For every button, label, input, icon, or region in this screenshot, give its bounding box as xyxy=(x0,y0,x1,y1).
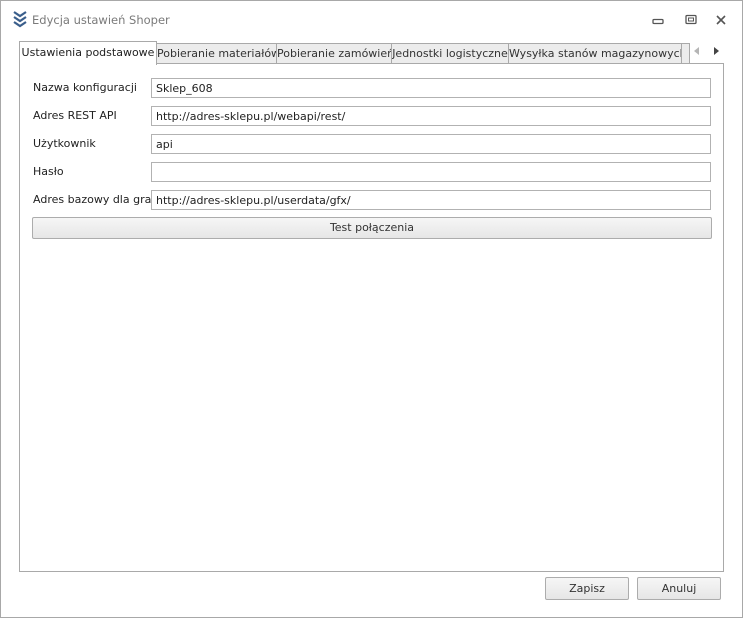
cancel-button[interactable]: Anuluj xyxy=(637,577,721,600)
rest-api-input[interactable] xyxy=(151,106,711,126)
tab-logistic-units[interactable]: Jednostki logistyczne xyxy=(391,43,509,63)
tab-basic-settings[interactable]: Ustawienia podstawowe xyxy=(19,41,157,65)
user-label: Użytkownik xyxy=(33,137,96,150)
image-base-label: Adres bazowy dla grafik xyxy=(33,193,165,206)
tab-label: Jednostki logistyczne xyxy=(392,47,508,60)
user-input[interactable] xyxy=(151,134,711,154)
minimize-icon[interactable] xyxy=(651,13,665,27)
tab-strip: Ustawienia podstawowe Pobieranie materia… xyxy=(19,41,725,65)
restore-icon[interactable] xyxy=(684,13,698,27)
app-logo-icon xyxy=(13,11,27,28)
tab-label: Ustawienia podstawowe xyxy=(21,46,155,59)
tab-overflow[interactable] xyxy=(681,43,690,63)
image-base-input[interactable] xyxy=(151,190,711,210)
tab-label: Pobieranie zamówień xyxy=(277,47,392,60)
config-name-input[interactable] xyxy=(151,78,711,98)
password-input[interactable] xyxy=(151,162,711,182)
config-name-label: Nazwa konfiguracji xyxy=(33,81,137,94)
password-label: Hasło xyxy=(33,165,64,178)
rest-api-label: Adres REST API xyxy=(33,109,117,122)
tab-order-download[interactable]: Pobieranie zamówień xyxy=(276,43,392,63)
title-bar[interactable]: Edycja ustawień Shoper xyxy=(1,1,742,37)
test-connection-button[interactable]: Test połączenia xyxy=(32,217,712,239)
save-button[interactable]: Zapisz xyxy=(545,577,629,600)
tab-scroll-right-icon[interactable] xyxy=(710,45,722,57)
tab-stock-sending[interactable]: Wysyłka stanów magazynowych xyxy=(508,43,682,63)
basic-settings-panel: Nazwa konfiguracji Adres REST API Użytko… xyxy=(19,63,724,572)
close-icon[interactable] xyxy=(714,13,728,27)
window-title: Edycja ustawień Shoper xyxy=(32,13,170,27)
tab-material-download[interactable]: Pobieranie materiałów xyxy=(156,43,277,63)
tab-label: Pobieranie materiałów xyxy=(157,47,277,60)
tab-scroll-left-icon[interactable] xyxy=(691,45,703,57)
tab-label: Wysyłka stanów magazynowych xyxy=(509,47,682,60)
settings-window: Edycja ustawień Shoper Ustawienia podsta… xyxy=(0,0,743,618)
